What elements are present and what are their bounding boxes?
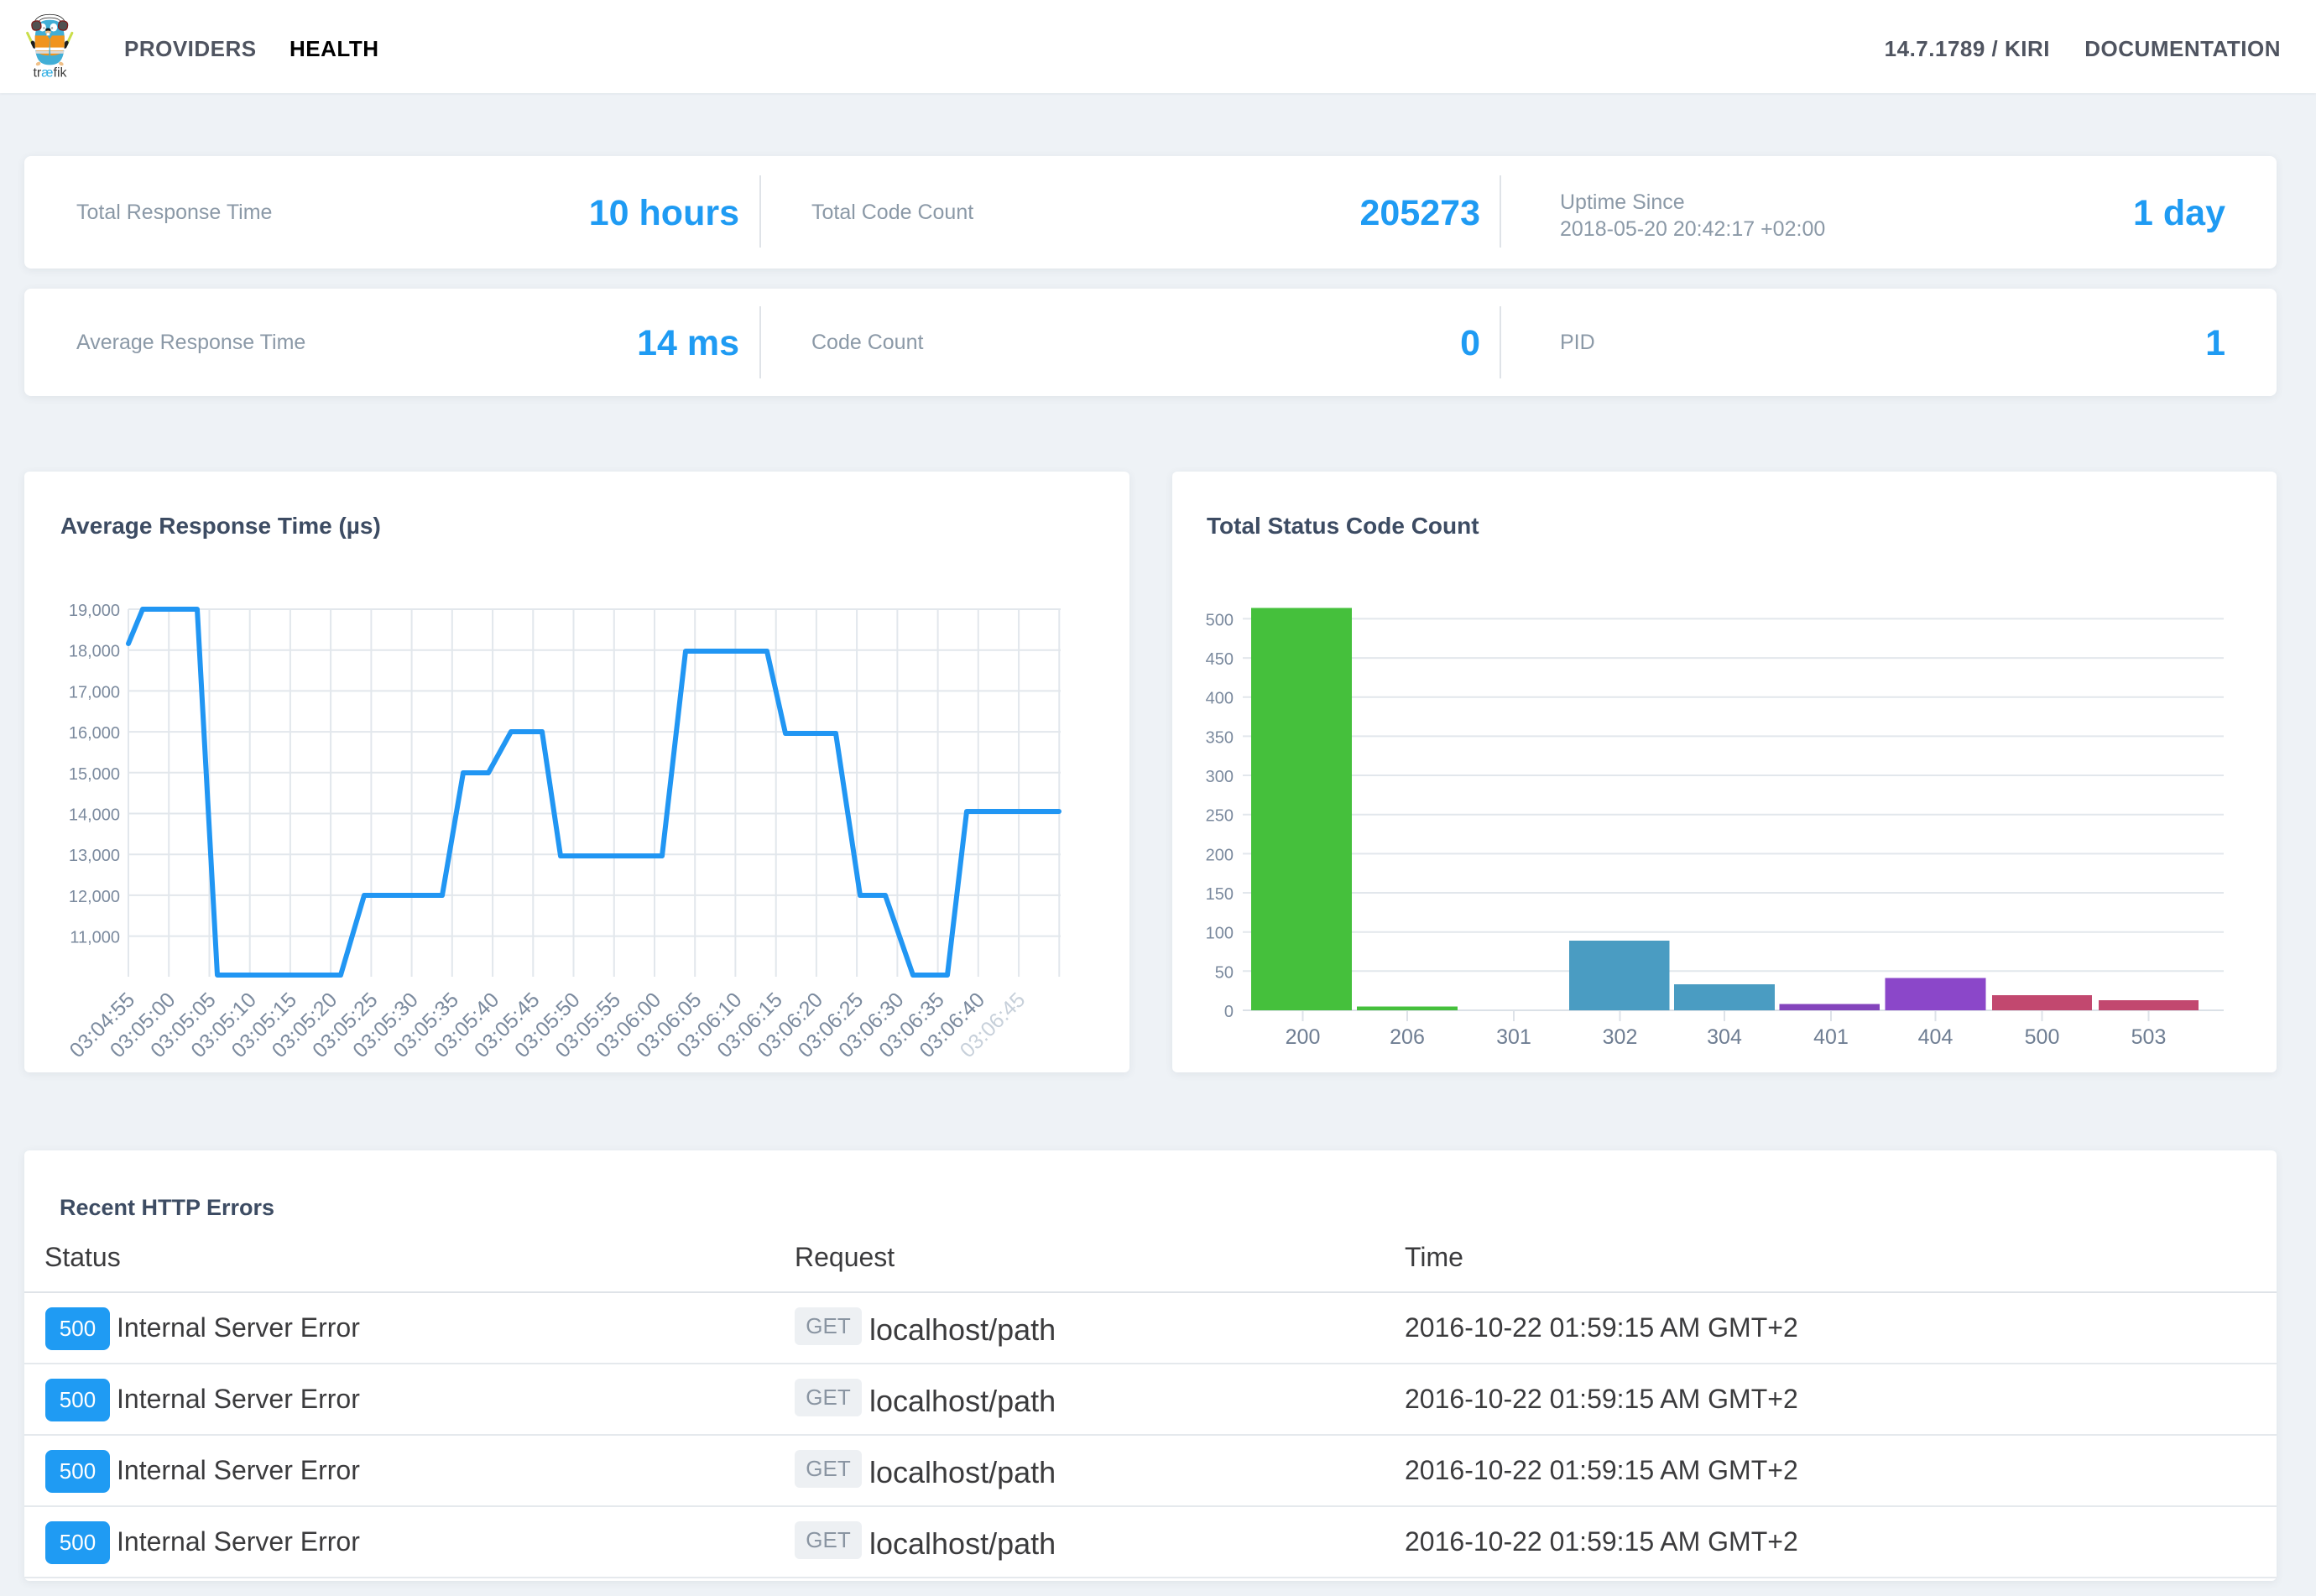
- svg-text:50: 50: [1215, 963, 1234, 982]
- svg-text:15,000: 15,000: [69, 765, 120, 784]
- svg-text:200: 200: [1206, 846, 1234, 864]
- svg-text:18,000: 18,000: [69, 643, 120, 661]
- svg-text:500: 500: [2025, 1025, 2060, 1049]
- svg-text:206: 206: [1390, 1025, 1425, 1049]
- svg-text:304: 304: [1707, 1025, 1742, 1049]
- svg-text:16,000: 16,000: [69, 724, 120, 743]
- svg-text:17,000: 17,000: [69, 683, 120, 702]
- svg-text:træfik: træfik: [33, 66, 67, 81]
- svg-text:14,000: 14,000: [69, 806, 120, 825]
- svg-text:200: 200: [1286, 1025, 1321, 1049]
- svg-text:0: 0: [1224, 1003, 1234, 1021]
- svg-text:13,000: 13,000: [69, 847, 120, 865]
- svg-text:19,000: 19,000: [69, 602, 120, 620]
- svg-text:400: 400: [1206, 690, 1234, 708]
- svg-text:12,000: 12,000: [69, 888, 120, 906]
- svg-text:250: 250: [1206, 807, 1234, 826]
- svg-text:100: 100: [1206, 925, 1234, 943]
- svg-text:150: 150: [1206, 885, 1234, 904]
- svg-text:300: 300: [1206, 768, 1234, 786]
- svg-text:404: 404: [1918, 1025, 1953, 1049]
- svg-text:503: 503: [2131, 1025, 2167, 1049]
- svg-text:500: 500: [1206, 611, 1234, 629]
- svg-text:450: 450: [1206, 650, 1234, 669]
- svg-text:11,000: 11,000: [70, 929, 120, 947]
- svg-text:401: 401: [1813, 1025, 1849, 1049]
- svg-text:350: 350: [1206, 728, 1234, 747]
- svg-text:302: 302: [1603, 1025, 1638, 1049]
- svg-text:301: 301: [1496, 1025, 1531, 1049]
